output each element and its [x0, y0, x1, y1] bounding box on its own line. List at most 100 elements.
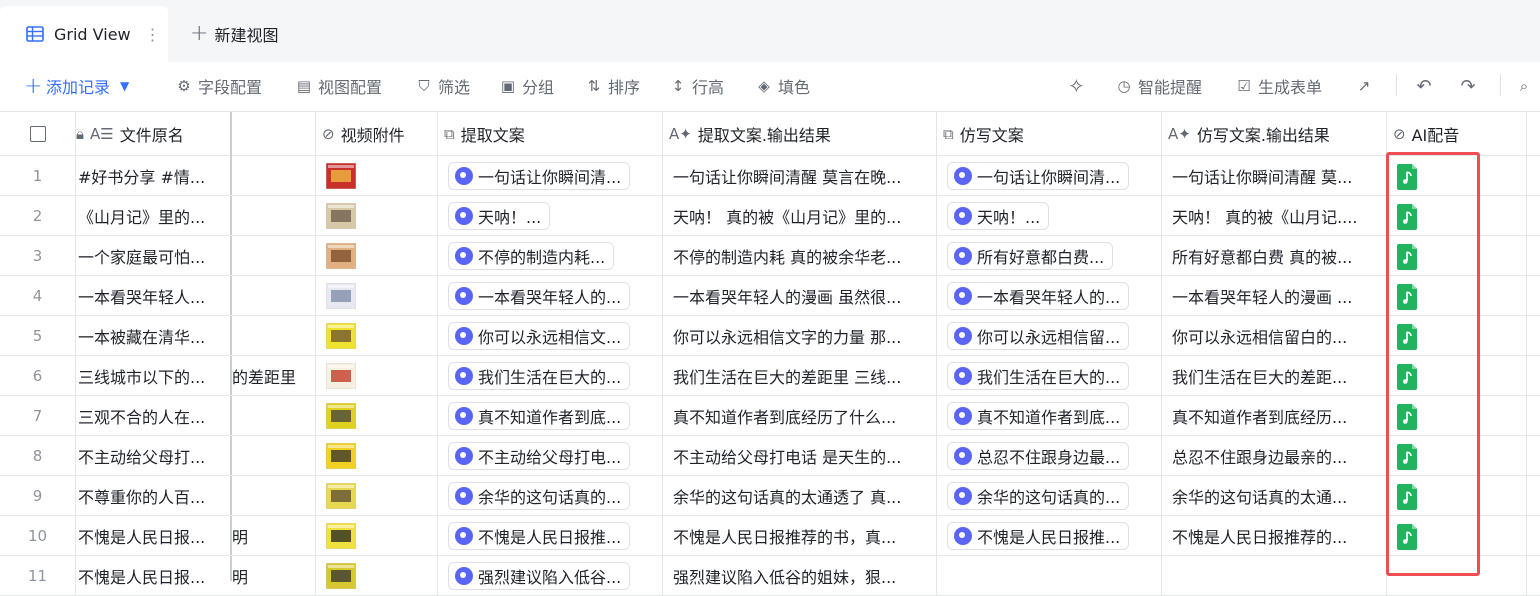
- row-number[interactable]: 3: [0, 236, 76, 276]
- cell-extract-output[interactable]: 强烈建议陷入低谷的姐妹，狠...: [663, 556, 937, 596]
- video-thumbnail[interactable]: [326, 402, 356, 429]
- cell-ai-voice[interactable]: [1387, 236, 1527, 276]
- cell-video[interactable]: [316, 196, 438, 236]
- new-view-button[interactable]: + 新建视图: [190, 6, 278, 62]
- cell-video[interactable]: [316, 436, 438, 476]
- ai-link-chip[interactable]: 不愧是人民日报推...: [448, 521, 631, 550]
- ai-link-chip[interactable]: 一本看哭年轻人的...: [448, 281, 631, 310]
- cell-rewrite-output[interactable]: 总忍不住跟身边最亲的...: [1162, 436, 1387, 476]
- column-header-ai-voice[interactable]: ⊘ AI配音: [1387, 112, 1527, 156]
- video-thumbnail[interactable]: [326, 242, 356, 269]
- cell-extract[interactable]: 我们生活在巨大的...: [438, 356, 663, 396]
- ai-link-chip[interactable]: 一句话让你瞬间清...: [448, 161, 631, 190]
- ai-link-chip[interactable]: 真不知道作者到底...: [448, 401, 631, 430]
- cell-extract[interactable]: 天呐！...: [438, 196, 663, 236]
- cell-rewrite-output[interactable]: 一句话让你瞬间清醒 莫...: [1162, 156, 1387, 196]
- cell-hidden-column[interactable]: [230, 276, 316, 316]
- field-config-button[interactable]: ⚙ 字段配置: [176, 62, 262, 110]
- ai-link-chip[interactable]: 余华的这句话真的...: [448, 481, 631, 510]
- cell-ai-voice[interactable]: [1387, 276, 1527, 316]
- cell-rewrite[interactable]: 天呐！...: [937, 196, 1162, 236]
- cell-hidden-column[interactable]: [230, 476, 316, 516]
- cell-ai-voice[interactable]: [1387, 396, 1527, 436]
- ai-link-chip[interactable]: 所有好意都白费...: [947, 241, 1114, 270]
- cell-rewrite-output[interactable]: [1162, 556, 1387, 596]
- audio-file-icon[interactable]: [1397, 202, 1419, 230]
- cell-hidden-column[interactable]: [230, 236, 316, 276]
- video-thumbnail[interactable]: [326, 562, 356, 589]
- row-number[interactable]: 2: [0, 196, 76, 236]
- audio-file-icon[interactable]: [1397, 442, 1419, 470]
- audio-file-icon[interactable]: [1397, 282, 1419, 310]
- cell-extract[interactable]: 余华的这句话真的...: [438, 476, 663, 516]
- cell-hidden-column[interactable]: [230, 396, 316, 436]
- cell-hidden-column[interactable]: [230, 156, 316, 196]
- cell-extract-output[interactable]: 一本看哭年轻人的漫画 虽然很...: [663, 276, 937, 316]
- row-number[interactable]: 11: [0, 556, 76, 596]
- cell-rewrite-output[interactable]: 不愧是人民日报推荐的...: [1162, 516, 1387, 556]
- row-height-button[interactable]: ↕ 行高: [670, 62, 724, 110]
- video-thumbnail[interactable]: [326, 282, 356, 309]
- cell-extract-output[interactable]: 一句话让你瞬间清醒 莫言在晚...: [663, 156, 937, 196]
- cell-extract[interactable]: 一句话让你瞬间清...: [438, 156, 663, 196]
- view-config-button[interactable]: ▤ 视图配置: [296, 62, 382, 110]
- cell-hidden-column[interactable]: 明: [230, 556, 316, 596]
- cell-rewrite-output[interactable]: 一本看哭年轻人的漫画 ...: [1162, 276, 1387, 316]
- ai-link-chip[interactable]: 不主动给父母打电...: [448, 441, 631, 470]
- cell-rewrite[interactable]: 一句话让你瞬间清...: [937, 156, 1162, 196]
- video-thumbnail[interactable]: [326, 162, 356, 189]
- row-number[interactable]: 6: [0, 356, 76, 396]
- cell-file-name[interactable]: 不愧是人民日报...: [76, 516, 230, 556]
- cell-extract[interactable]: 真不知道作者到底...: [438, 396, 663, 436]
- cell-extract-output[interactable]: 余华的这句话真的太通透了 真...: [663, 476, 937, 516]
- video-thumbnail[interactable]: [326, 482, 356, 509]
- cell-video[interactable]: [316, 396, 438, 436]
- cell-file-name[interactable]: 一本看哭年轻人...: [76, 276, 230, 316]
- row-number[interactable]: 5: [0, 316, 76, 356]
- cell-extract[interactable]: 不主动给父母打电...: [438, 436, 663, 476]
- sort-button[interactable]: ⇅ 排序: [586, 62, 640, 110]
- ai-link-chip[interactable]: 天呐！...: [947, 201, 1050, 230]
- select-all-header[interactable]: [0, 112, 76, 156]
- cell-video[interactable]: [316, 476, 438, 516]
- cell-hidden-column[interactable]: 明: [230, 516, 316, 556]
- smart-reminder-button[interactable]: ◷ 智能提醒: [1116, 62, 1202, 110]
- cell-ai-voice[interactable]: [1387, 476, 1527, 516]
- cell-rewrite[interactable]: 真不知道作者到底...: [937, 396, 1162, 436]
- cell-file-name[interactable]: 不主动给父母打...: [76, 436, 230, 476]
- row-number[interactable]: 9: [0, 476, 76, 516]
- cell-rewrite[interactable]: 总忍不住跟身边最...: [937, 436, 1162, 476]
- column-header-rewrite-output[interactable]: A✦ 仿写文案.输出结果: [1162, 112, 1387, 156]
- column-header-extract-output[interactable]: A✦ 提取文案.输出结果: [663, 112, 937, 156]
- cell-ai-voice[interactable]: [1387, 436, 1527, 476]
- cell-ai-voice[interactable]: [1387, 516, 1527, 556]
- video-thumbnail[interactable]: [326, 442, 356, 469]
- cell-file-name[interactable]: 一本被藏在清华...: [76, 316, 230, 356]
- ai-link-chip[interactable]: 一本看哭年轻人的...: [947, 281, 1130, 310]
- undo-button[interactable]: ↶: [1416, 62, 1438, 110]
- more-vertical-icon[interactable]: ⋮: [145, 25, 161, 44]
- ai-link-chip[interactable]: 我们生活在巨大的...: [448, 361, 631, 390]
- cell-extract[interactable]: 不愧是人民日报推...: [438, 516, 663, 556]
- cell-file-name[interactable]: 不愧是人民日报...: [76, 556, 230, 596]
- audio-file-icon[interactable]: [1397, 402, 1419, 430]
- add-record-button[interactable]: + 添加记录 ▼: [24, 62, 129, 110]
- ai-link-chip[interactable]: 我们生活在巨大的...: [947, 361, 1130, 390]
- cell-file-name[interactable]: 三线城市以下的...: [76, 356, 230, 396]
- ai-link-chip[interactable]: 你可以永远相信文...: [448, 321, 631, 350]
- cell-rewrite-output[interactable]: 你可以永远相信留白的...: [1162, 316, 1387, 356]
- cell-rewrite[interactable]: 你可以永远相信留...: [937, 316, 1162, 356]
- cell-extract-output[interactable]: 真不知道作者到底经历了什么...: [663, 396, 937, 436]
- cell-extract-output[interactable]: 不愧是人民日报推荐的书，真...: [663, 516, 937, 556]
- cell-rewrite[interactable]: [937, 556, 1162, 596]
- row-number[interactable]: 1: [0, 156, 76, 196]
- cell-hidden-column[interactable]: 的差距里: [230, 356, 316, 396]
- sparkle-button[interactable]: ✧: [1068, 62, 1090, 110]
- fill-color-button[interactable]: ◈ 填色: [756, 62, 810, 110]
- cell-video[interactable]: [316, 156, 438, 196]
- generate-form-button[interactable]: ☑ 生成表单: [1236, 62, 1322, 110]
- video-thumbnail[interactable]: [326, 322, 356, 349]
- cell-extract-output[interactable]: 我们生活在巨大的差距里 三线...: [663, 356, 937, 396]
- ai-link-chip[interactable]: 天呐！...: [448, 201, 551, 230]
- cell-extract-output[interactable]: 不主动给父母打电话 是天生的...: [663, 436, 937, 476]
